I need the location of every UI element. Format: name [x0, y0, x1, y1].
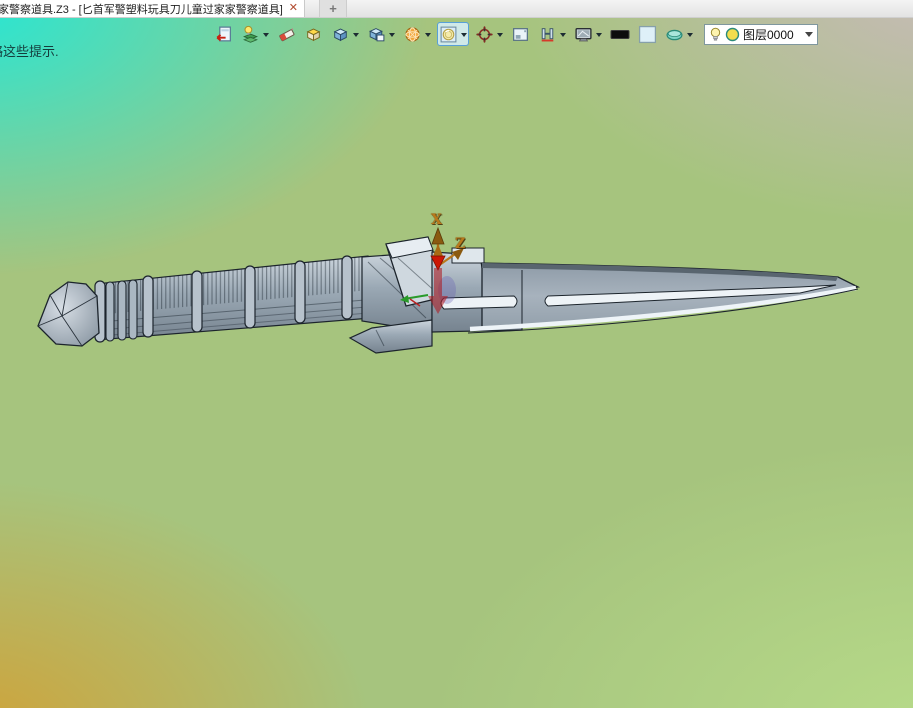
shaded-edges-cube-icon[interactable] [366, 23, 396, 45]
lightbulb-icon [710, 27, 721, 41]
layer-selector-value: 图层0000 [743, 27, 794, 42]
shaded-cube-icon[interactable] [330, 23, 360, 45]
triad-z-label[interactable]: Z [455, 236, 465, 252]
line-color-swatch[interactable] [609, 23, 631, 45]
exit-environment-icon[interactable] [213, 23, 234, 45]
render-mode-icon[interactable] [437, 22, 469, 46]
background-color-swatch[interactable] [637, 23, 658, 45]
triad-x-label[interactable]: X [431, 212, 442, 228]
dropdown-caret-icon[interactable] [560, 33, 566, 37]
layer-visibility-icon[interactable] [240, 23, 270, 45]
close-tab-icon[interactable]: ✕ [289, 3, 298, 14]
rotate-target-icon[interactable] [474, 23, 504, 45]
viewport-window-icon[interactable] [510, 23, 531, 45]
view-toolbar-row: 图层0000 [213, 22, 818, 46]
view-toolbar [213, 22, 694, 46]
wireframe-sphere-icon[interactable] [402, 23, 432, 45]
dropdown-caret-icon[interactable] [461, 33, 467, 37]
document-tab-bar: 家警察道具.Z3 - [匕首军警塑料玩具刀儿童过家家警察道具] ✕ + [0, 0, 913, 18]
dagger-blade[interactable] [431, 247, 861, 334]
dagger-pommel[interactable] [37, 279, 138, 347]
dropdown-caret-icon[interactable] [263, 33, 269, 37]
surface-lens-icon[interactable] [664, 23, 694, 45]
plastic-toy-dagger-3d-model[interactable] [0, 0, 913, 708]
dropdown-caret-icon[interactable] [389, 33, 395, 37]
active-document-tab[interactable]: 家警察道具.Z3 - [匕首军警塑料玩具刀儿童过家家警察道具] ✕ [0, 0, 305, 17]
layer-color-circle-icon [725, 27, 740, 41]
eraser-icon[interactable] [276, 23, 297, 45]
dropdown-caret-icon[interactable] [497, 33, 503, 37]
new-tab-button[interactable]: + [319, 0, 347, 17]
section-view-icon[interactable] [537, 23, 567, 45]
chevron-down-icon[interactable] [804, 31, 813, 37]
display-monitor-icon[interactable] [573, 23, 603, 45]
dropdown-caret-icon[interactable] [425, 33, 431, 37]
dropdown-caret-icon[interactable] [353, 33, 359, 37]
dropdown-caret-icon[interactable] [596, 33, 602, 37]
solid-box-icon[interactable] [303, 23, 324, 45]
document-tab-title: 家警察道具.Z3 - [匕首军警塑料玩具刀儿童过家家警察道具] [0, 3, 283, 16]
dropdown-caret-icon[interactable] [687, 33, 693, 37]
layer-selector[interactable]: 图层0000 [704, 23, 818, 45]
dagger-handle[interactable] [37, 255, 373, 347]
